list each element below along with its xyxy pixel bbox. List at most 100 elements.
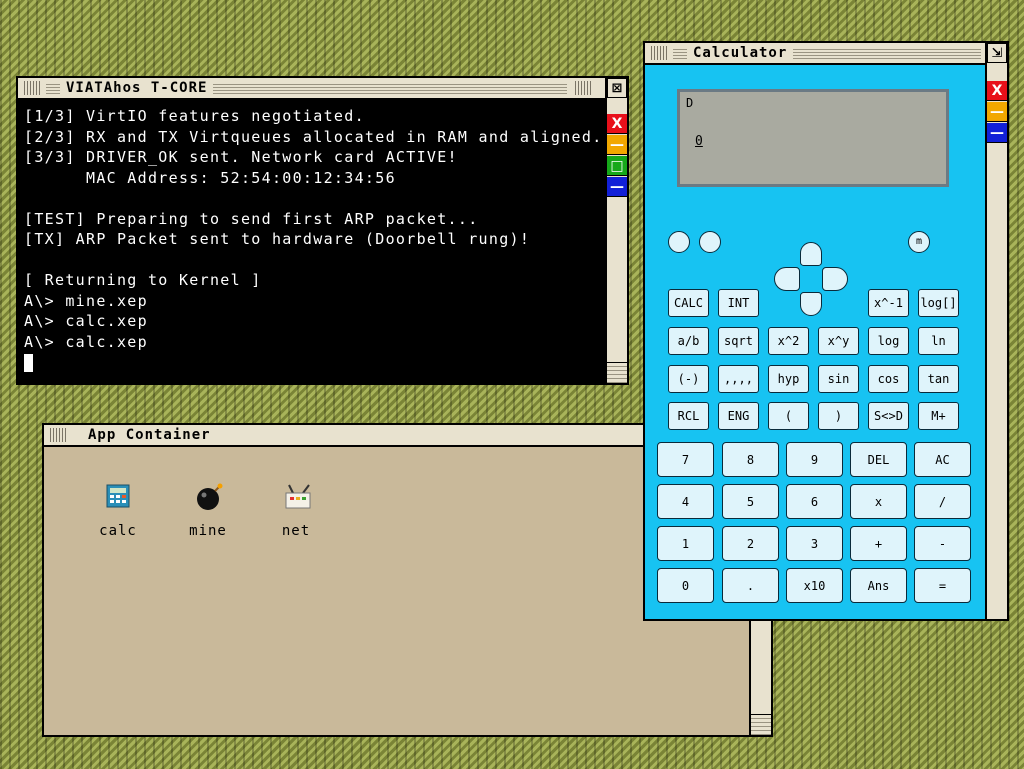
terminal-window: VIATAhos T-CORE [1/3] VirtIO features ne… <box>16 76 629 385</box>
key-int[interactable]: INT <box>718 289 759 317</box>
dpad-up-button[interactable] <box>800 242 822 266</box>
key-inverse[interactable]: x^-1 <box>868 289 909 317</box>
key-s-to-d[interactable]: S<>D <box>868 402 909 430</box>
shift-round-button[interactable] <box>668 231 690 253</box>
mode-round-button[interactable]: m <box>908 231 930 253</box>
key-0[interactable]: 0 <box>657 568 714 603</box>
key-cos[interactable]: cos <box>868 365 909 393</box>
app-calc[interactable]: calc <box>88 483 148 539</box>
window-menu-icon[interactable]: ⇲ <box>987 43 1007 63</box>
close-button[interactable]: X <box>607 114 627 134</box>
app-label: calc <box>99 523 137 539</box>
minimize-button[interactable]: — <box>987 102 1007 122</box>
key-rcl[interactable]: RCL <box>668 402 709 430</box>
key-equals[interactable]: = <box>914 568 971 603</box>
display-mode: D <box>686 96 694 110</box>
window-title: Calculator <box>687 44 794 62</box>
terminal-titlebar[interactable]: VIATAhos T-CORE <box>18 78 627 100</box>
calculator-titlebar[interactable]: Calculator <box>645 43 1007 65</box>
key-7[interactable]: 7 <box>657 442 714 477</box>
window-title: VIATAhos T-CORE <box>60 79 214 97</box>
terminal-line: [ Returning to Kernel ] <box>24 271 262 289</box>
key-fraction[interactable]: a/b <box>668 327 709 355</box>
key-del[interactable]: DEL <box>850 442 907 477</box>
terminal-line: A\> mine.xep <box>24 291 148 310</box>
terminal-line: A\> calc.xep <box>24 332 148 351</box>
titlebar-grip-left[interactable] <box>50 428 68 442</box>
calculator-sidebar: ⇲ X — — <box>985 43 1007 619</box>
key-multiply[interactable]: x <box>850 484 907 519</box>
key-4[interactable]: 4 <box>657 484 714 519</box>
bomb-icon <box>195 483 223 510</box>
dpad-left-button[interactable] <box>774 267 800 291</box>
calculator-window: Calculator D 0 m CALC INT x^-1 log[] a/b… <box>643 41 1009 621</box>
dpad-right-button[interactable] <box>822 267 848 291</box>
key-sqrt[interactable]: sqrt <box>718 327 759 355</box>
titlebar-grip-right[interactable] <box>575 81 593 95</box>
terminal-output[interactable]: [1/3] VirtIO features negotiated. [2/3] R… <box>18 100 605 383</box>
key-dms[interactable]: ,,,, <box>718 365 759 393</box>
minimize-button[interactable]: — <box>607 135 627 155</box>
key-calc[interactable]: CALC <box>668 289 709 317</box>
resize-handle[interactable] <box>751 714 771 735</box>
key-1[interactable]: 1 <box>657 526 714 561</box>
key-log[interactable]: log <box>868 327 909 355</box>
key-plus[interactable]: + <box>850 526 907 561</box>
terminal-line: [2/3] RX and TX Virtqueues allocated in … <box>24 127 603 146</box>
key-minus[interactable]: - <box>914 526 971 561</box>
alpha-round-button[interactable] <box>699 231 721 253</box>
key-6[interactable]: 6 <box>786 484 843 519</box>
window-menu-icon[interactable]: ⊠ <box>607 78 627 98</box>
window-title: App Container <box>82 426 217 444</box>
key-tan[interactable]: tan <box>918 365 959 393</box>
key-ln[interactable]: ln <box>918 327 959 355</box>
key-divide[interactable]: / <box>914 484 971 519</box>
terminal-cursor <box>24 353 33 372</box>
app-net[interactable]: net <box>266 483 326 539</box>
terminal-line: [1/3] VirtIO features negotiated. <box>24 107 365 125</box>
terminal-line: [TEST] Preparing to send first ARP packe… <box>24 209 479 228</box>
key-ac[interactable]: AC <box>914 442 971 477</box>
shade-button[interactable]: — <box>607 177 627 197</box>
calculator-icon <box>105 483 131 509</box>
key-5[interactable]: 5 <box>722 484 779 519</box>
titlebar-grip-left[interactable] <box>24 81 42 95</box>
key-open-paren[interactable]: ( <box>768 402 809 430</box>
key-eng[interactable]: ENG <box>718 402 759 430</box>
terminal-line: MAC Address: 52:54:00:12:34:56 <box>24 168 396 187</box>
key-power[interactable]: x^y <box>818 327 859 355</box>
key-square[interactable]: x^2 <box>768 327 809 355</box>
terminal-sidebar: ⊠ X — □ — <box>605 78 627 383</box>
app-mine[interactable]: mine <box>178 483 238 539</box>
key-log-base[interactable]: log[] <box>918 289 959 317</box>
key-times-ten[interactable]: x10 <box>786 568 843 603</box>
shade-button[interactable]: — <box>987 123 1007 143</box>
close-button[interactable]: X <box>987 81 1007 101</box>
key-3[interactable]: 3 <box>786 526 843 561</box>
key-2[interactable]: 2 <box>722 526 779 561</box>
terminal-line: [3/3] DRIVER_OK sent. Network card ACTIV… <box>24 148 458 166</box>
key-8[interactable]: 8 <box>722 442 779 477</box>
maximize-button[interactable]: □ <box>607 156 627 176</box>
display-value: 0 <box>695 134 703 149</box>
app-label: mine <box>189 523 227 539</box>
calculator-display: D 0 <box>677 89 949 187</box>
key-sin[interactable]: sin <box>818 365 859 393</box>
key-ans[interactable]: Ans <box>850 568 907 603</box>
app-label: net <box>281 523 311 539</box>
key-9[interactable]: 9 <box>786 442 843 477</box>
dpad-down-button[interactable] <box>800 292 822 316</box>
key-hyp[interactable]: hyp <box>768 365 809 393</box>
key-m-plus[interactable]: M+ <box>918 402 959 430</box>
network-icon <box>283 483 311 509</box>
key-decimal[interactable]: . <box>722 568 779 603</box>
key-negate[interactable]: (-) <box>668 365 709 393</box>
titlebar-grip-left[interactable] <box>651 46 669 60</box>
app-container-sidebar <box>749 620 771 735</box>
resize-handle[interactable] <box>607 362 627 383</box>
calculator-body: D 0 m CALC INT x^-1 log[] a/b sqrt x^2 x… <box>645 65 985 619</box>
key-close-paren[interactable]: ) <box>818 402 859 430</box>
terminal-line: A\> calc.xep <box>24 312 148 330</box>
